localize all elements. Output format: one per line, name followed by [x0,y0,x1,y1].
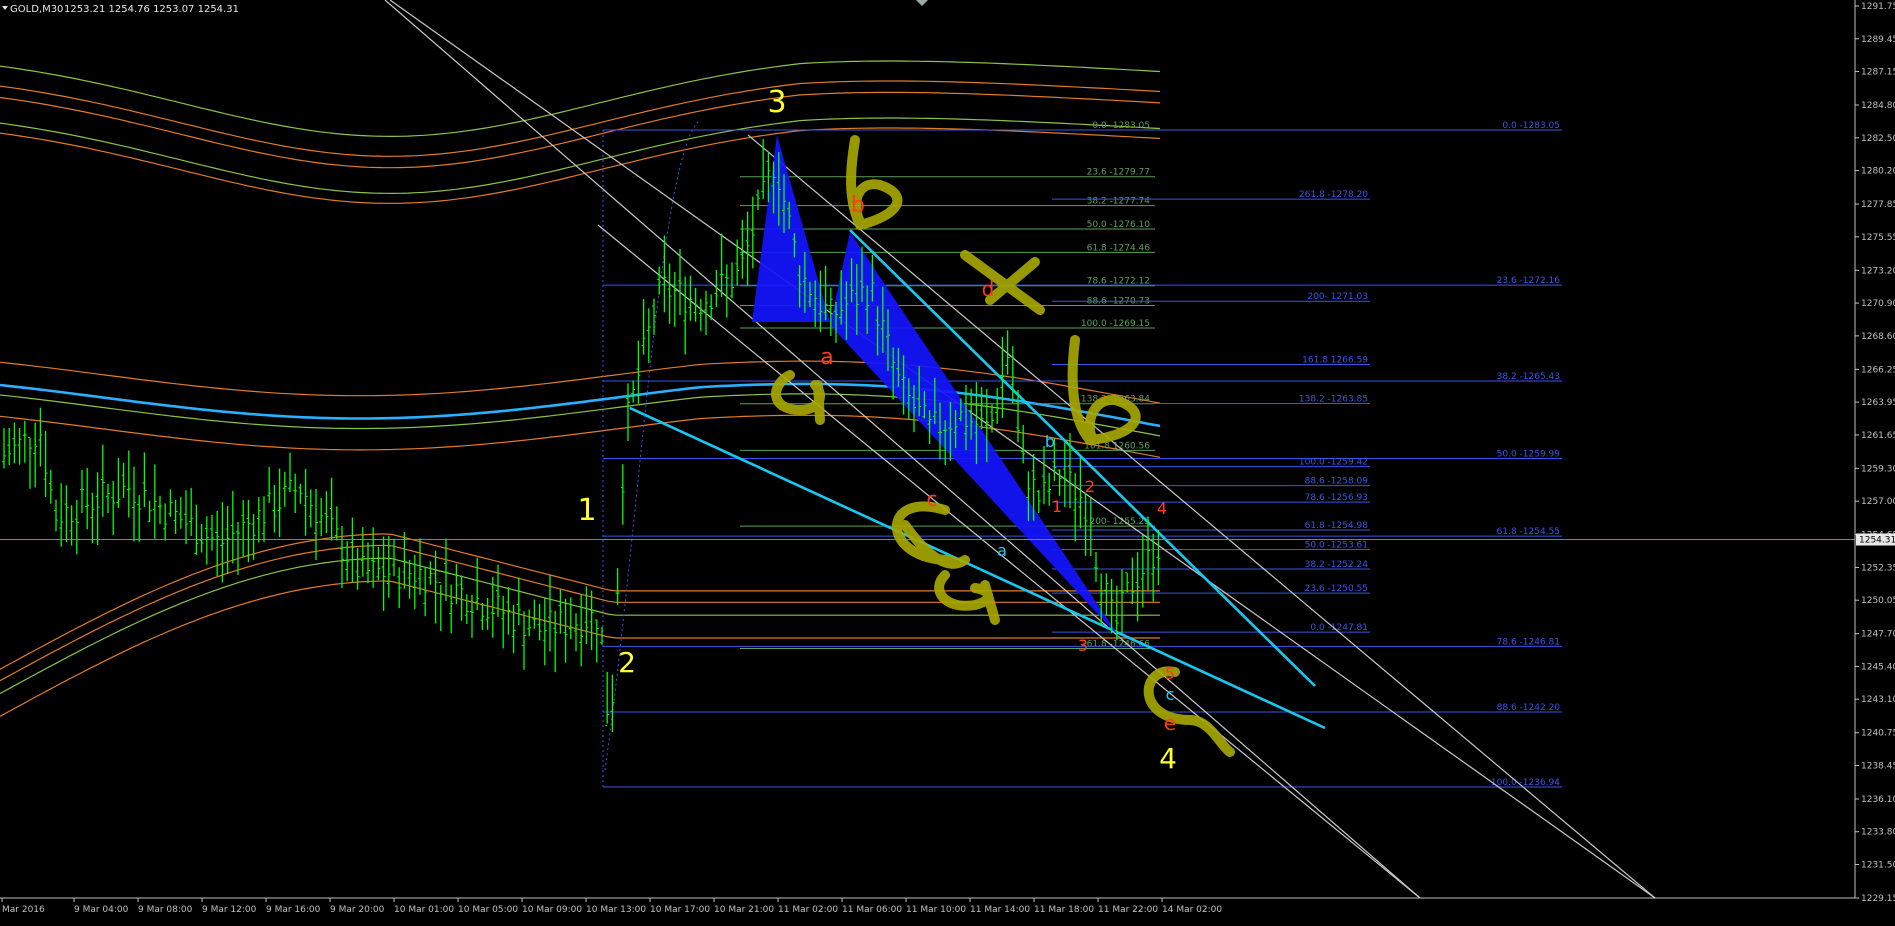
price-tick-label: 1268.60 [1861,332,1895,342]
fib-label-c: 88.6 -1258.09 [1305,477,1369,487]
time-tick-label: Mar 2016 [2,905,45,915]
price-tick-label: 1277.85 [1861,200,1895,210]
time-tick-label: 9 Mar 04:00 [74,905,129,915]
fib-label-a: 50.0 -1276.10 [1087,220,1151,230]
fib-label-b: 78.6 -1246.81 [1497,637,1560,647]
fib-label-c: 100.0 -1259.42 [1299,458,1368,468]
wave-label: d [982,277,995,301]
price-tick-label: 1261.65 [1861,431,1895,441]
fib-label-b: 23.6 -1272.16 [1497,276,1561,286]
wave-label: 5 [1165,664,1175,683]
time-tick-label: 9 Mar 16:00 [266,905,321,915]
fib-label-a: 100.0 -1269.15 [1081,319,1150,329]
fib-label-b: 50.0 -1259.99 [1497,450,1561,460]
price-tick-label: 1243.10 [1861,695,1895,705]
price-tick-label: 1273.20 [1861,266,1895,276]
wave-label: 1 [577,493,596,528]
wave-label: 3 [1078,636,1088,655]
fib-label-c: 61.8 -1254.98 [1305,521,1369,531]
time-tick-label: 10 Mar 09:00 [522,905,582,915]
fib-label-b: 88.6 -1242.20 [1497,703,1561,713]
wave-label: 2 [1085,477,1095,496]
chart-background [0,0,1895,922]
time-tick-label: 11 Mar 14:00 [970,905,1030,915]
time-tick-label: 10 Mar 17:00 [650,905,710,915]
price-tick-label: 1231.50 [1861,861,1895,871]
price-tick-label: 1266.25 [1861,365,1895,375]
wave-label: 1 [1052,497,1062,516]
price-tick-label: 1259.30 [1861,464,1895,474]
price-tick-label: 1287.15 [1861,68,1895,78]
wave-label: e [1164,711,1176,735]
fib-label-b: 100.0 -1236.94 [1491,778,1560,788]
price-tick-label: 1275.55 [1861,233,1895,243]
price-tick-label: 1245.40 [1861,662,1895,672]
price-chart[interactable]: 0.0 -1283.05 23.6 -1279.77 38.2 -1277.74 50… [0,0,1895,922]
fib-label-c: 138.2 -1263.85 [1299,395,1368,405]
time-tick-label: 11 Mar 02:00 [778,905,838,915]
fib-label-c: 78.6 -1256.93 [1305,493,1368,503]
fib-label-c: 50.0 -1253.61 [1305,540,1368,550]
fib-label-a: 23.6 -1279.77 [1087,168,1150,178]
fib-label-b: 61.8 -1254.55 [1497,527,1560,537]
time-tick-label: 9 Mar 12:00 [202,905,257,915]
wave-label: 4 [1157,499,1167,518]
chart-header-ohlc: 1253.21 1254.76 1253.07 1254.31 [64,4,239,15]
current-price-label: 1254.31 [1859,535,1895,545]
fib-label-c: 23.6 -1250.55 [1305,584,1368,594]
fib-label-b: 0.0 -1283.05 [1502,121,1560,131]
wave-label: c [1166,685,1175,704]
time-tick-label: 10 Mar 13:00 [586,905,646,915]
price-tick-label: 1270.90 [1861,299,1895,309]
price-tick-label: 1263.95 [1861,398,1895,408]
price-tick-label: 1240.75 [1861,729,1895,739]
time-tick-label: 11 Mar 06:00 [842,905,902,915]
chart-header-symbol: GOLD,M30 [10,4,63,15]
fib-label-a: 38.2 -1277.74 [1087,197,1151,207]
fib-label-c: 200- 1271.03 [1307,292,1368,302]
fib-label-b: 38.2 -1265.43 [1497,372,1560,382]
time-tick-label: 10 Mar 05:00 [458,905,518,915]
wave-label: 3 [767,85,786,120]
time-tick-label: 9 Mar 20:00 [330,905,385,915]
price-tick-label: 1291.75 [1861,2,1895,12]
wave-label: c [927,487,938,511]
fib-label-c: 261.8 -1278.20 [1299,190,1368,200]
price-tick-label: 1236.10 [1861,795,1895,805]
wave-label: a [997,541,1007,560]
price-tick-label: 1233.80 [1861,828,1895,838]
time-tick-label: 11 Mar 10:00 [906,905,966,915]
price-tick-label: 1282.50 [1861,134,1895,144]
time-tick-label: 10 Mar 21:00 [714,905,774,915]
time-tick-label: 10 Mar 01:00 [394,905,454,915]
wave-label: b [1045,432,1055,451]
fib-label-c: 161.8 1266.59 [1302,356,1368,366]
price-tick-label: 1284.80 [1861,101,1895,111]
time-tick-label: 11 Mar 18:00 [1034,905,1094,915]
price-tick-label: 1250.05 [1861,596,1895,606]
wave-label: b [851,193,865,218]
wave-label: 2 [618,646,636,679]
price-tick-label: 1252.35 [1861,563,1895,573]
wave-label: 4 [1159,742,1177,775]
time-tick-label: 11 Mar 22:00 [1098,905,1158,915]
price-tick-label: 1229.15 [1861,894,1895,904]
wave-label: a [820,345,833,370]
price-tick-label: 1238.45 [1861,761,1895,771]
chart-window[interactable]: 0.0 -1283.05 23.6 -1279.77 38.2 -1277.74 50… [0,0,1895,922]
fib-label-c: 38.2 -1252.24 [1305,560,1369,570]
time-tick-label: 14 Mar 02:00 [1162,905,1222,915]
price-tick-label: 1280.20 [1861,167,1895,177]
time-tick-label: 9 Mar 08:00 [138,905,193,915]
price-tick-label: 1257.00 [1861,497,1895,507]
fib-label-a: 61.8 -1274.46 [1087,243,1151,253]
price-tick-label: 1289.45 [1861,35,1895,45]
price-tick-label: 1247.70 [1861,630,1895,640]
